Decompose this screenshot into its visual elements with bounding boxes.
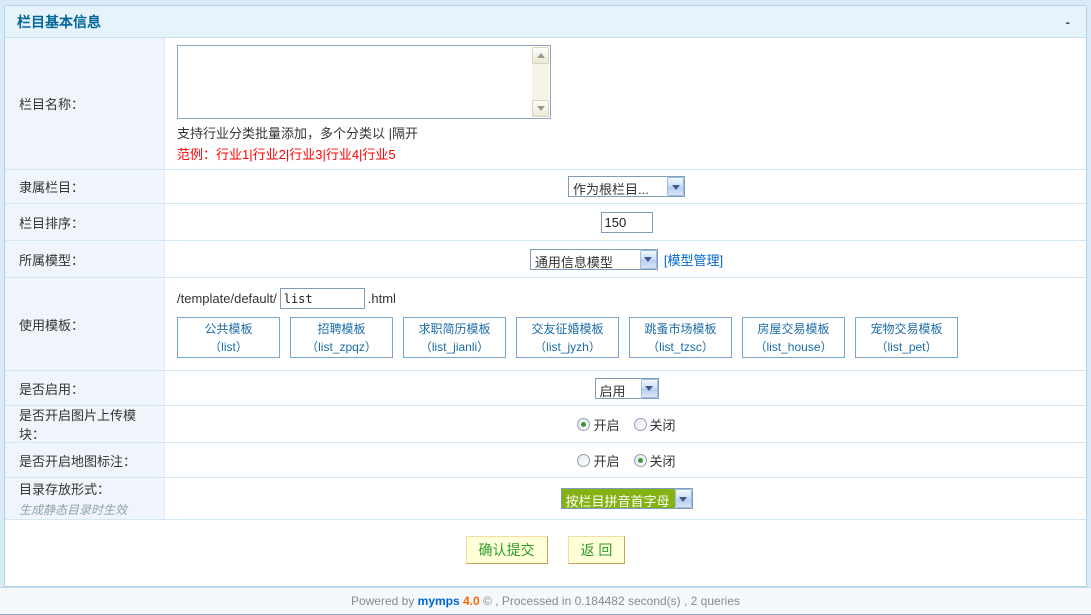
radio-checked-icon[interactable] (577, 418, 590, 431)
image-upload-on-label: 开启 (593, 415, 619, 434)
parent-column-select[interactable]: 作为根栏目... (568, 176, 685, 197)
row-directory-form: 目录存放形式： 生成静态目录时生效 按栏目拼音首字母 (5, 478, 1086, 520)
row-column-order: 栏目排序： (5, 204, 1086, 241)
map-mark-label: 是否开启地图标注： (19, 451, 158, 470)
parent-column-select-value: 作为根栏目... (569, 177, 667, 196)
panel-title: 栏目基本信息 (17, 12, 101, 32)
template-path-prefix: /template/default/ (177, 291, 277, 306)
template-button-fleamarket[interactable]: 跳蚤市场模板 （list_tzsc） (629, 317, 732, 358)
template-button-public[interactable]: 公共模板 （list） (177, 317, 280, 358)
scroll-up-icon[interactable] (532, 47, 549, 64)
model-label-cell: 所属模型： (5, 241, 165, 277)
enabled-select[interactable]: 启用 (595, 378, 659, 399)
enabled-label-cell: 是否启用： (5, 371, 165, 405)
model-select-value: 通用信息模型 (531, 250, 640, 269)
radio-unchecked-icon[interactable] (577, 454, 590, 467)
column-name-label-cell: 栏目名称： (5, 38, 165, 169)
template-label-cell: 使用模板： (5, 278, 165, 370)
template-label: 使用模板： (19, 315, 158, 334)
template-button-pet[interactable]: 宠物交易模板 （list_pet） (855, 317, 958, 358)
map-mark-off-option[interactable]: 关闭 (634, 451, 676, 470)
row-image-upload: 是否开启图片上传模块： 开启 关闭 (5, 406, 1086, 443)
template-path-suffix: .html (368, 291, 396, 306)
model-manage-link[interactable]: [模型管理] (664, 250, 723, 269)
column-basic-info-panel: 栏目基本信息 - 栏目名称： 支持行业分类批量添加，多个分类以 |隔开 范例：行… (4, 5, 1087, 587)
chevron-down-icon[interactable] (667, 177, 684, 196)
map-mark-on-label: 开启 (593, 451, 619, 470)
map-mark-off-label: 关闭 (650, 451, 676, 470)
row-template: 使用模板： /template/default/ .html 公共模板 （lis… (5, 278, 1086, 371)
footer-info: © , Processed in 0.184482 second(s) , 2 … (480, 594, 740, 608)
action-button-row: 确认提交 返 回 (5, 520, 1086, 586)
image-upload-label-cell: 是否开启图片上传模块： (5, 406, 165, 442)
column-order-input[interactable] (601, 212, 653, 233)
row-map-mark: 是否开启地图标注： 开启 关闭 (5, 443, 1086, 478)
directory-form-select[interactable]: 按栏目拼音首字母 (561, 488, 693, 509)
batch-add-hint: 支持行业分类批量添加，多个分类以 |隔开 (177, 123, 1076, 142)
directory-form-label-cell: 目录存放形式： 生成静态目录时生效 (5, 478, 165, 519)
row-model: 所属模型： 通用信息模型 [模型管理] (5, 241, 1086, 278)
submit-button[interactable]: 确认提交 (466, 536, 548, 564)
enabled-label: 是否启用： (19, 379, 158, 398)
collapse-icon[interactable]: - (1061, 15, 1074, 29)
directory-form-note: 生成静态目录时生效 (19, 501, 158, 518)
footer-powered-by: Powered by (351, 594, 418, 608)
image-upload-off-label: 关闭 (650, 415, 676, 434)
column-order-label-cell: 栏目排序： (5, 204, 165, 240)
column-name-textarea[interactable] (177, 45, 551, 119)
column-order-label: 栏目排序： (19, 213, 158, 232)
parent-column-label: 隶属栏目： (19, 177, 158, 196)
footer-brand-link[interactable]: mymps (418, 594, 460, 608)
template-button-house[interactable]: 房屋交易模板 （list_house） (742, 317, 845, 358)
directory-form-label: 目录存放形式： (19, 479, 158, 498)
footer: Powered by mymps 4.0 © , Processed in 0.… (0, 587, 1091, 615)
batch-add-example: 范例：行业1|行业2|行业3|行业4|行业5 (177, 144, 1076, 163)
template-options: 公共模板 （list） 招聘模板 （list_zpqz） 求职简历模板 （lis… (177, 317, 1076, 358)
parent-column-label-cell: 隶属栏目： (5, 170, 165, 203)
map-mark-on-option[interactable]: 开启 (577, 451, 619, 470)
chevron-down-icon[interactable] (675, 489, 692, 508)
template-button-dating[interactable]: 交友征婚模板 （list_jyzh） (516, 317, 619, 358)
chevron-down-icon[interactable] (641, 379, 658, 398)
image-upload-on-option[interactable]: 开启 (577, 415, 619, 434)
directory-form-select-value: 按栏目拼音首字母 (562, 489, 675, 508)
template-file-input[interactable] (280, 288, 365, 309)
row-enabled: 是否启用： 启用 (5, 371, 1086, 406)
model-select[interactable]: 通用信息模型 (530, 249, 658, 270)
page-background: 栏目基本信息 - 栏目名称： 支持行业分类批量添加，多个分类以 |隔开 范例：行… (0, 0, 1091, 587)
model-label: 所属模型： (19, 250, 158, 269)
map-mark-label-cell: 是否开启地图标注： (5, 443, 165, 477)
footer-version: 4.0 (460, 594, 480, 608)
radio-unchecked-icon[interactable] (634, 418, 647, 431)
enabled-select-value: 启用 (596, 379, 641, 398)
row-parent-column: 隶属栏目： 作为根栏目... (5, 170, 1086, 204)
radio-checked-icon[interactable] (634, 454, 647, 467)
scroll-down-icon[interactable] (532, 100, 549, 117)
image-upload-label: 是否开启图片上传模块： (19, 405, 158, 443)
back-button[interactable]: 返 回 (568, 536, 626, 564)
template-button-resume[interactable]: 求职简历模板 （list_jianli） (403, 317, 506, 358)
column-name-label: 栏目名称： (19, 94, 158, 113)
panel-header: 栏目基本信息 - (5, 6, 1086, 38)
template-button-job[interactable]: 招聘模板 （list_zpqz） (290, 317, 393, 358)
row-column-name: 栏目名称： 支持行业分类批量添加，多个分类以 |隔开 范例：行业1|行业2|行业… (5, 38, 1086, 170)
image-upload-off-option[interactable]: 关闭 (634, 415, 676, 434)
textarea-scrollbar[interactable] (532, 47, 549, 117)
chevron-down-icon[interactable] (640, 250, 657, 269)
